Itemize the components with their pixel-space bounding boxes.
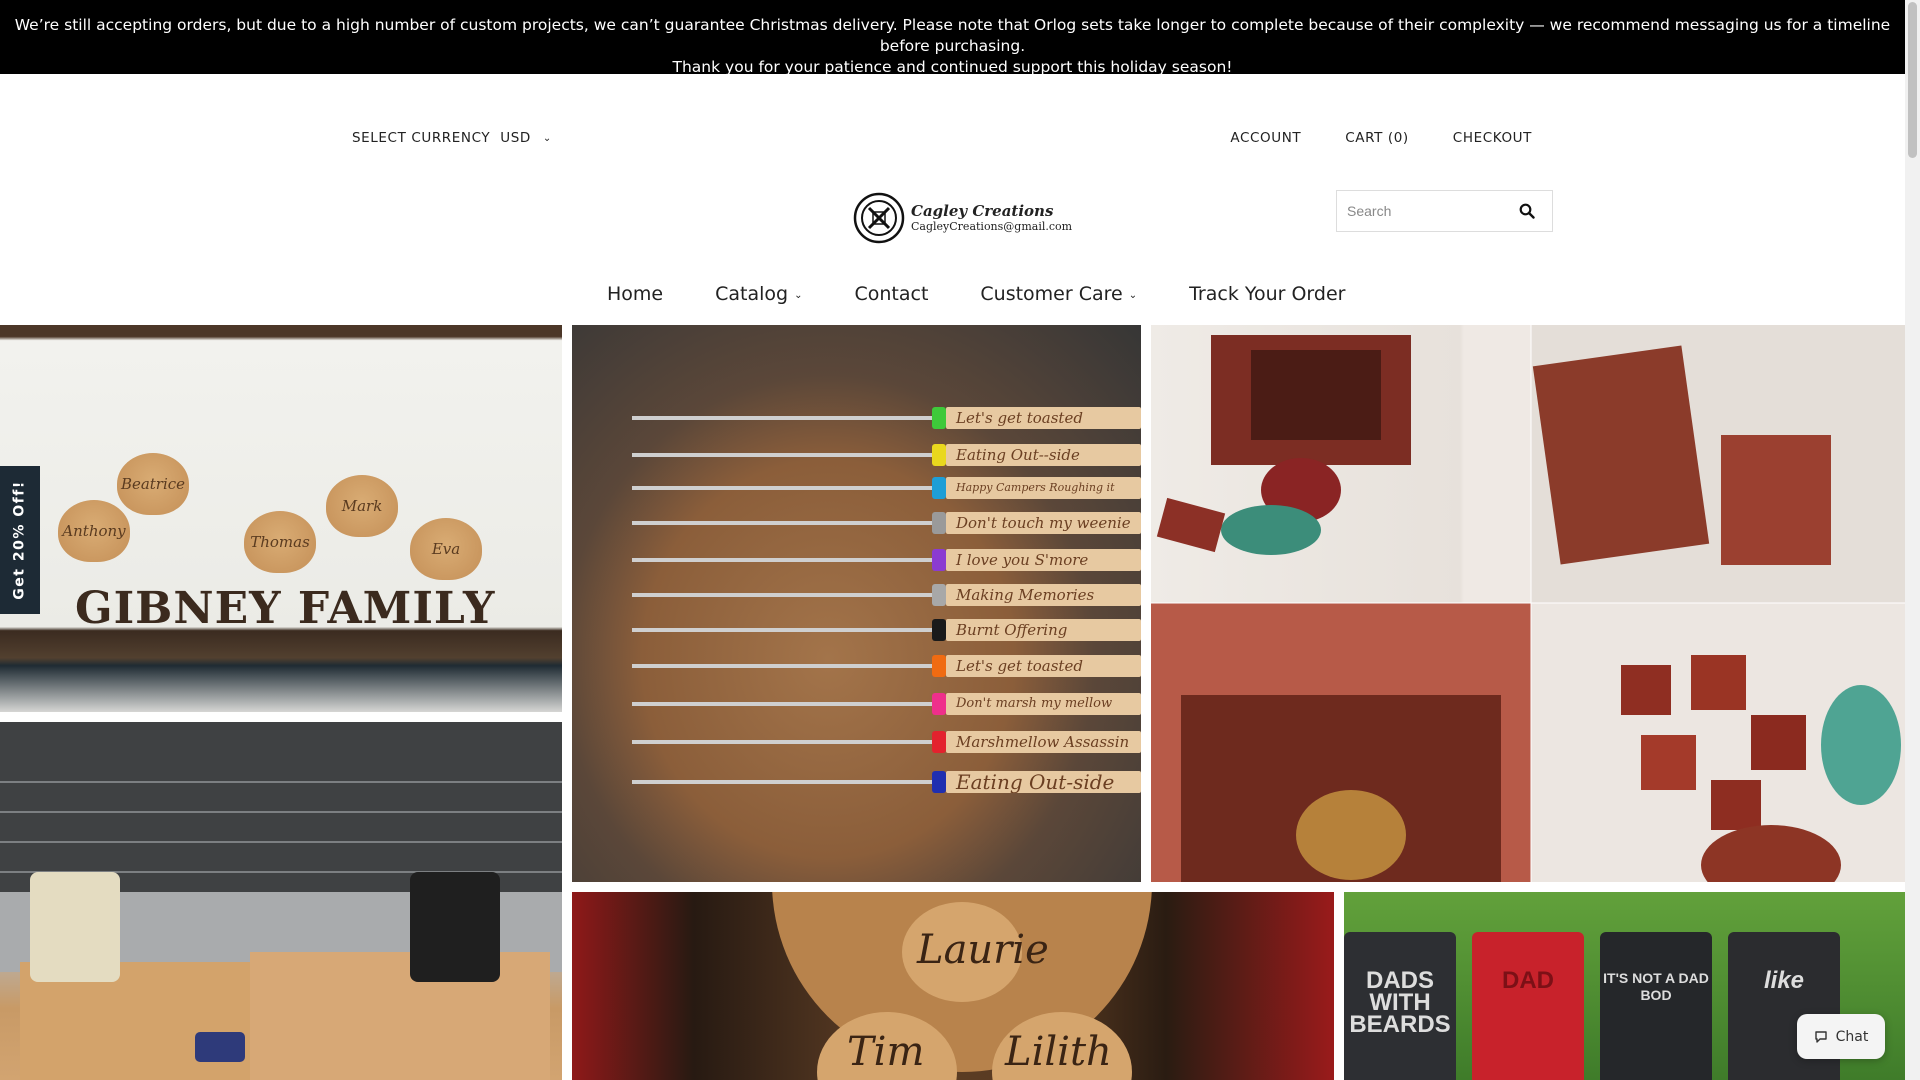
nav-track-order[interactable]: Track Your Order: [1189, 283, 1345, 305]
fork-item: Let's get toasted: [632, 653, 1141, 679]
page-scrollbar[interactable]: [1905, 0, 1920, 1080]
chevron-down-icon: ⌄: [794, 290, 803, 301]
nav-home[interactable]: Home: [607, 283, 663, 305]
tumbler-text: DAD: [1472, 932, 1584, 1080]
account-link[interactable]: ACCOUNT: [1230, 130, 1301, 146]
search-button[interactable]: [1507, 191, 1547, 231]
currency-value[interactable]: USD: [500, 130, 531, 146]
chevron-down-icon: ⌄: [1128, 290, 1138, 301]
search-icon: [1519, 203, 1535, 219]
sign-heart: Thomas: [244, 511, 316, 573]
sewing-table-image: [0, 722, 562, 1080]
announcement-line-1: We’re still accepting orders, but due to…: [14, 16, 1891, 55]
promo-tab[interactable]: Get 20% Off!: [0, 466, 40, 614]
fork-label: Happy Campers Roughing it: [946, 477, 1141, 499]
promo-label: Get 20% Off!: [12, 480, 28, 600]
fork-item: I love you S'more: [632, 547, 1141, 573]
fork-label: Burnt Offering: [946, 619, 1141, 641]
currency-selector[interactable]: SELECT CURRENCY USD ⌄: [352, 130, 552, 146]
announcement-line-2: Thank you for your patience and continue…: [672, 58, 1233, 76]
gallery-tile-ornament[interactable]: Laurie Tim Lilith: [572, 892, 1334, 1080]
nav-catalog-label: Catalog: [715, 283, 789, 305]
fork-item: Burnt Offering: [632, 617, 1141, 643]
sign-heart: Anthony: [58, 500, 130, 562]
logo-email: CagleyCreations@gmail.com: [911, 220, 1073, 233]
nav-customer-care[interactable]: Customer Care ⌄: [980, 283, 1137, 305]
gallery-tile-sewing-table[interactable]: [0, 722, 562, 1080]
tumbler-text: DADS WITH BEARDS: [1344, 932, 1456, 1080]
fork-item: Don't touch my weenie: [632, 510, 1141, 536]
fork-label: Eating Out-side: [946, 771, 1141, 793]
nav-catalog[interactable]: Catalog ⌄: [715, 283, 802, 305]
nav-customer-care-label: Customer Care: [980, 283, 1123, 305]
site-logo[interactable]: Cagley Creations CagleyCreations@gmail.c…: [853, 192, 1072, 244]
search-box: [1336, 190, 1553, 232]
gallery-tile-roasting-forks[interactable]: Let's get toasted Eating Out--side Happy…: [572, 325, 1141, 882]
chat-bubble-icon: [1814, 1030, 1827, 1043]
chevron-down-icon: ⌄: [542, 132, 552, 144]
tumbler-text: IT'S NOT A DAD BOD: [1600, 932, 1712, 1080]
gallery-tile-orlog-set[interactable]: [1151, 325, 1905, 882]
nav-contact-label: Contact: [854, 283, 929, 305]
fork-label: Eating Out--side: [946, 444, 1141, 466]
ornament-name: Tim: [847, 1029, 925, 1075]
gallery-tile-family-sign[interactable]: Beatrice Anthony Thomas Mark Eva GIBNEY …: [0, 325, 562, 712]
fork-item: Don't marsh my mellow: [632, 691, 1141, 717]
fork-item: Let's get toasted: [632, 405, 1141, 431]
fork-label: Let's get toasted: [946, 655, 1141, 677]
sign-heart: Beatrice: [117, 453, 189, 515]
ornament-name: Laurie: [917, 927, 1049, 973]
currency-label: SELECT CURRENCY: [352, 130, 491, 146]
ornament-name: Lilith: [1005, 1029, 1112, 1075]
checkout-link[interactable]: CHECKOUT: [1453, 130, 1532, 146]
cart-link[interactable]: CART (0): [1345, 130, 1409, 146]
fork-label: Don't marsh my mellow: [946, 693, 1141, 715]
fork-item: Eating Out--side: [632, 442, 1141, 468]
search-input[interactable]: [1337, 203, 1507, 219]
chat-button[interactable]: Chat: [1797, 1014, 1885, 1059]
nav-track-order-label: Track Your Order: [1189, 283, 1346, 305]
nav-contact[interactable]: Contact: [854, 283, 928, 305]
fork-label: Let's get toasted: [946, 407, 1141, 429]
fork-label: I love you S'more: [946, 549, 1141, 571]
logo-emblem-icon: [853, 192, 905, 244]
logo-name: Cagley Creations: [911, 202, 1054, 220]
fork-label: Don't touch my weenie: [946, 512, 1141, 534]
fork-item: Happy Campers Roughing it: [632, 475, 1141, 501]
utility-links: ACCOUNT CART (0) CHECKOUT: [1230, 130, 1532, 146]
fork-item: Making Memories: [632, 582, 1141, 608]
main-nav: Home Catalog ⌄ Contact Customer Care ⌄ Tra…: [607, 283, 1397, 305]
announcement-bar: We’re still accepting orders, but due to…: [0, 0, 1905, 76]
sign-heart: Eva: [410, 518, 482, 580]
sign-family-name: GIBNEY FAMILY: [75, 583, 496, 634]
chat-label: Chat: [1835, 1028, 1869, 1045]
fork-label: Marshmellow Assassin: [946, 731, 1141, 753]
fork-item: Eating Out-side: [632, 769, 1141, 795]
fork-label: Making Memories: [946, 584, 1141, 606]
nav-home-label: Home: [607, 283, 664, 305]
fork-item: Marshmellow Assassin: [632, 729, 1141, 755]
scrollbar-thumb[interactable]: [1908, 2, 1917, 158]
sign-heart: Mark: [326, 475, 398, 537]
orlog-collage-image: [1151, 325, 1905, 882]
